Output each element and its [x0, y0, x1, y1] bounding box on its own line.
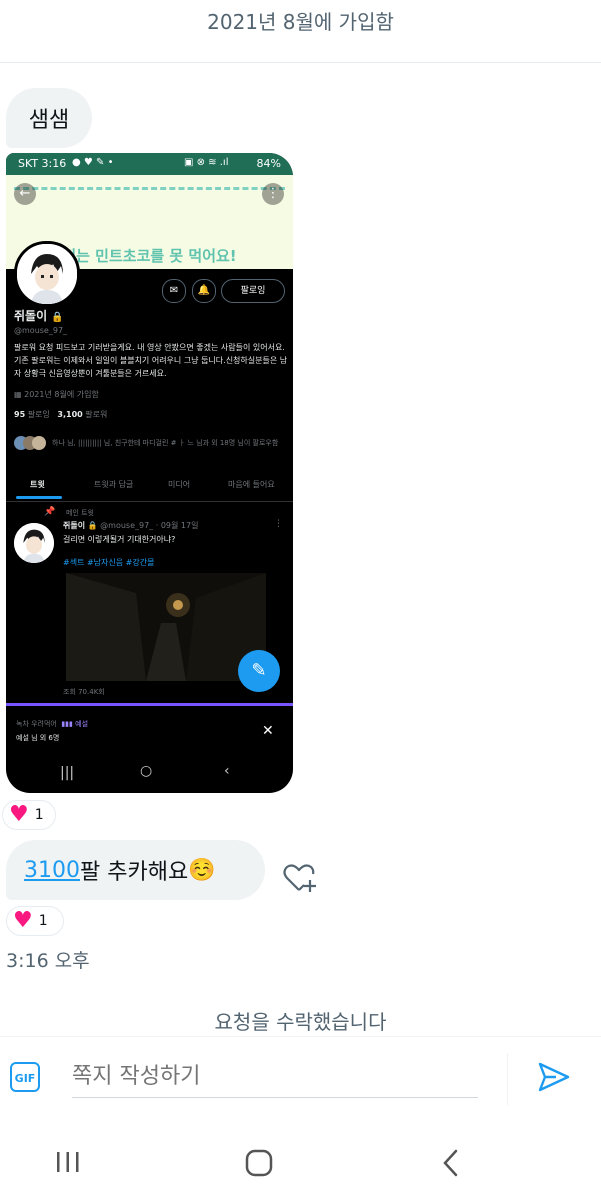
inner-nav-bar: ||| ○ ‹	[6, 753, 293, 793]
system-nav-bar	[0, 1120, 601, 1200]
lock-icon: 🔒	[51, 312, 64, 323]
pin-icon: 📌	[44, 507, 56, 517]
reaction-count: 1	[34, 807, 44, 823]
tab-media: 미디어	[168, 480, 191, 489]
message-bubble-1[interactable]: 샘샘	[6, 88, 92, 148]
more-options-icon: ⋮	[262, 183, 284, 205]
message-timestamp: 3:16 오후	[6, 950, 90, 972]
smiling-emoji: ☺️	[188, 857, 216, 883]
tweet-views: 조회 70.4K회	[63, 688, 105, 696]
back-icon: ‹	[224, 763, 230, 779]
tweet-avatar	[14, 523, 54, 563]
tab-tweets-replies: 트윗과 답글	[94, 480, 134, 489]
message-composer: GIF	[0, 1036, 601, 1121]
message-text: 샘샘	[28, 108, 70, 133]
battery-level: 84%	[256, 157, 281, 170]
profile-bio: 팔로워 요청 피드보고 기러받을게요. 내 영상 안봤으면 좋겠는 사람들이 있…	[14, 343, 288, 378]
divider	[507, 1053, 508, 1105]
lock-icon: 🔒	[87, 521, 98, 530]
back-icon[interactable]	[440, 1148, 462, 1178]
message-bubble-2[interactable]: 3100 팔 추카해요 ☺️	[6, 840, 265, 900]
tab-tweets: 트윗	[30, 480, 45, 489]
tab-likes: 마음에 들어요	[228, 480, 275, 489]
tweet-media	[66, 573, 266, 681]
inner-status-bar: SKT 3:16 ● ♥ ✎ • ▣ ⊗ ≋ .ıl 84%	[6, 153, 293, 175]
tab-indicator	[16, 496, 62, 499]
profile-avatar	[14, 241, 80, 307]
profile-name: 쥐돌이 🔒	[14, 309, 64, 323]
tweet-text: 걸리면 이렇게될거 기대한거아냐?	[63, 535, 176, 544]
banner-decoration	[14, 187, 285, 190]
home-icon[interactable]	[244, 1148, 274, 1178]
recents-icon: |||	[60, 765, 75, 781]
recent-apps-icon[interactable]	[54, 1150, 82, 1174]
image-attachment[interactable]: SKT 3:16 ● ♥ ✎ • ▣ ⊗ ≋ .ıl 84% 저는 민트초코를 …	[6, 153, 293, 793]
home-icon: ○	[140, 763, 153, 779]
message-text: 팔 추카해요	[80, 860, 189, 885]
space-indicator-line	[6, 703, 293, 706]
message-link[interactable]: 3100	[24, 858, 80, 883]
tweet-header: 쥐돌이 🔒 @mouse_97_ · 09월 17일	[63, 521, 199, 530]
notification-bell-icon: 🔔	[192, 279, 216, 303]
heart-icon: ♥	[13, 908, 33, 933]
notification-icons: ● ♥ ✎ •	[72, 157, 114, 168]
tweet-hashtags: #섹트 #남자신음 #강간몰	[63, 558, 155, 567]
add-reaction-icon[interactable]	[280, 860, 318, 898]
send-icon[interactable]	[536, 1059, 572, 1095]
message-icon: ✉	[162, 279, 186, 303]
follow-counts: 95 팔로잉 3,100 팔로워	[14, 410, 108, 419]
request-accepted-text: 요청을 수락했습니다	[214, 1010, 387, 1034]
system-icons: ▣ ⊗ ≋ .ıl	[184, 157, 229, 168]
status-time: SKT 3:16	[18, 157, 67, 170]
close-icon: ✕	[262, 723, 274, 739]
profile-joined: ▦ 2021년 8월에 가입함	[14, 390, 99, 399]
following-button: 팔로잉	[221, 279, 285, 303]
heart-icon: ♥	[9, 802, 29, 827]
gif-button[interactable]: GIF	[10, 1062, 40, 1092]
followed-by-row: 하나 님, |||||||||| 님, 친구한테 마디걸린 # ㅏ 느 님과 외…	[14, 436, 289, 450]
space-listeners: 예설 님 외 6명	[16, 734, 60, 742]
joined-date-text: 2021년 8월에 가입함	[207, 10, 394, 34]
divider	[0, 62, 601, 63]
compose-tweet-fab: ✎	[238, 650, 280, 692]
pinned-label: 메인 트윗	[66, 509, 94, 517]
reaction-badge[interactable]: ♥ 1	[2, 800, 56, 830]
reaction-count: 1	[38, 913, 48, 929]
message-input[interactable]	[72, 1055, 478, 1098]
back-arrow-icon: ←	[14, 183, 36, 205]
space-title: 녹차 우려먹어 ▮▮▮ 예설	[16, 720, 89, 728]
reaction-badge[interactable]: ♥ 1	[6, 906, 64, 936]
tweet-more-icon: ⋮	[274, 519, 283, 529]
profile-handle: @mouse_97_	[14, 326, 68, 335]
